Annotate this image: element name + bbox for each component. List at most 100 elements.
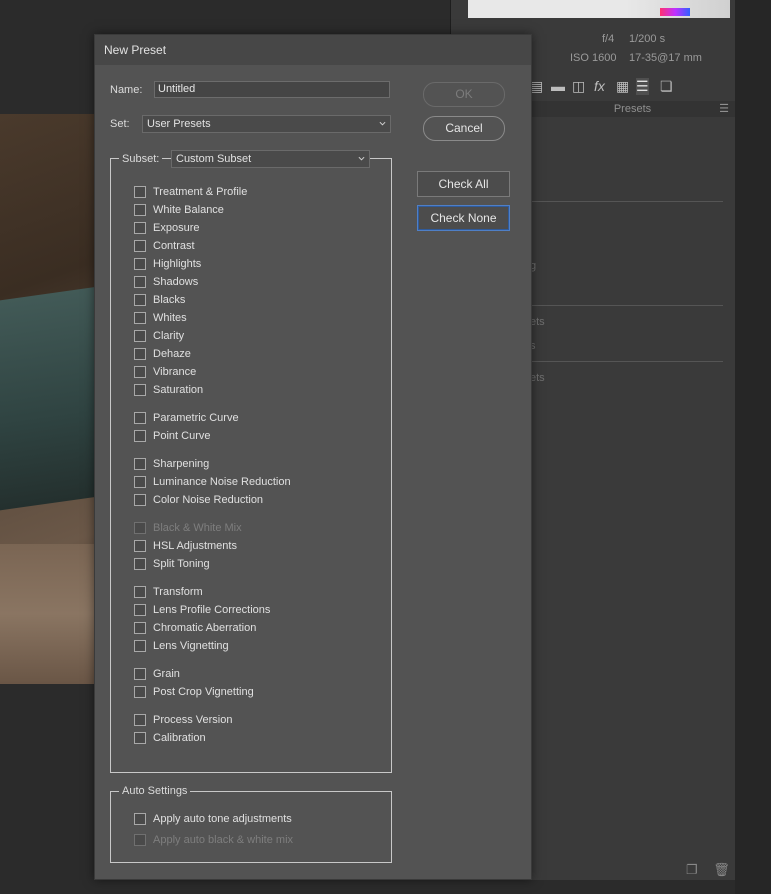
subset-checkbox-row[interactable]: Parametric Curve [134, 411, 239, 425]
check-none-button[interactable]: Check None [417, 205, 510, 231]
checkbox[interactable] [134, 204, 146, 216]
subset-checkbox-row[interactable]: Calibration [134, 731, 206, 745]
subset-checkbox-row[interactable]: Treatment & Profile [134, 185, 247, 199]
subset-checkbox-row[interactable]: Blacks [134, 293, 185, 307]
checkbox-label: White Balance [153, 204, 224, 216]
checkbox[interactable] [134, 494, 146, 506]
checkbox[interactable] [134, 714, 146, 726]
subset-checkbox-row[interactable]: Color Noise Reduction [134, 493, 263, 507]
presets-tab-icon[interactable]: ☰ [636, 78, 649, 95]
checkbox-label: Post Crop Vignetting [153, 686, 254, 698]
detail-tab-icon[interactable]: ◫ [572, 78, 585, 95]
checkbox[interactable] [134, 458, 146, 470]
subset-checkbox-row[interactable]: Lens Vignetting [134, 639, 229, 653]
subset-checkbox-row[interactable]: Point Curve [134, 429, 210, 443]
checkbox[interactable] [134, 366, 146, 378]
checkbox-label: Process Version [153, 714, 233, 726]
checkbox[interactable] [134, 586, 146, 598]
subset-checkbox-row[interactable]: Split Toning [134, 557, 210, 571]
checkbox[interactable] [134, 540, 146, 552]
subset-checkbox-row[interactable]: Clarity [134, 329, 184, 343]
subset-checkbox-row[interactable]: Vibrance [134, 365, 196, 379]
subset-checkbox-row[interactable]: Transform [134, 585, 203, 599]
subset-checkbox-row[interactable]: White Balance [134, 203, 224, 217]
name-field[interactable]: Untitled [154, 81, 390, 98]
subset-checkbox-row[interactable]: Whites [134, 311, 187, 325]
tone-curve-tab-icon[interactable]: ▬ [551, 78, 565, 94]
checkbox-label: Black & White Mix [153, 522, 242, 534]
subset-checkbox-row[interactable]: Grain [134, 667, 180, 681]
checkbox[interactable] [134, 412, 146, 424]
checkbox[interactable] [134, 222, 146, 234]
snapshots-tab-icon[interactable]: ❏ [660, 78, 673, 95]
chevron-down-icon [379, 121, 386, 126]
checkbox-label: Apply auto tone adjustments [153, 813, 292, 825]
checkbox[interactable] [134, 604, 146, 616]
checkbox[interactable] [134, 622, 146, 634]
set-select[interactable]: User Presets [142, 115, 391, 133]
check-all-button[interactable]: Check All [417, 171, 510, 197]
checkbox-label: Split Toning [153, 558, 210, 570]
name-label: Name: [110, 84, 143, 96]
checkbox[interactable] [134, 384, 146, 396]
subset-checkbox-row[interactable]: Luminance Noise Reduction [134, 475, 291, 489]
ok-button[interactable]: OK [423, 82, 505, 107]
checkbox[interactable] [134, 668, 146, 680]
subset-checkbox-row[interactable]: Lens Profile Corrections [134, 603, 270, 617]
subset-checkbox-row[interactable]: Dehaze [134, 347, 191, 361]
dialog-title: New Preset [95, 35, 531, 65]
checkbox-label: Vibrance [153, 366, 197, 378]
set-label: Set: [110, 118, 130, 130]
checkbox[interactable] [134, 240, 146, 252]
checkbox[interactable] [134, 348, 146, 360]
checkbox-label: Contrast [153, 240, 195, 252]
checkbox[interactable] [134, 813, 146, 825]
auto-checkbox-row: Apply auto black & white mix [134, 833, 293, 847]
checkbox[interactable] [134, 558, 146, 570]
subset-checkbox-row[interactable]: Post Crop Vignetting [134, 685, 254, 699]
subset-checkbox-row[interactable]: Process Version [134, 713, 232, 727]
photo-ground-region [0, 544, 96, 684]
checkbox-label: Calibration [153, 732, 206, 744]
checkbox [134, 522, 146, 534]
checkbox[interactable] [134, 312, 146, 324]
subset-checkbox-row[interactable]: Contrast [134, 239, 195, 253]
trash-icon[interactable]: 🗑 [713, 862, 730, 877]
cancel-button[interactable]: Cancel [423, 116, 505, 141]
subset-checkbox-row[interactable]: Sharpening [134, 457, 209, 471]
subset-checkbox-row[interactable]: Shadows [134, 275, 198, 289]
checkbox[interactable] [134, 258, 146, 270]
panel-menu-icon[interactable]: ☰ [719, 101, 729, 117]
new-preset-icon[interactable]: ❐ [686, 862, 698, 877]
fx-tab-icon[interactable]: fx [594, 78, 605, 94]
checkbox-label: Lens Vignetting [153, 640, 229, 652]
checkbox[interactable] [134, 640, 146, 652]
checkbox-label: Luminance Noise Reduction [153, 476, 291, 488]
checkbox[interactable] [134, 294, 146, 306]
camera-calibration-tab-icon[interactable]: ▦ [616, 78, 629, 95]
auto-settings-groupbox [110, 791, 392, 863]
exif-lens: 17-35@17 mm [629, 52, 702, 64]
checkbox-label: Chromatic Aberration [153, 622, 257, 634]
checkbox-label: Parametric Curve [153, 412, 239, 424]
checkbox[interactable] [134, 476, 146, 488]
checkbox[interactable] [134, 186, 146, 198]
checkbox[interactable] [134, 276, 146, 288]
checkbox[interactable] [134, 686, 146, 698]
checkbox[interactable] [134, 732, 146, 744]
subset-label: Subset: [119, 153, 163, 165]
photo-cart-region [0, 286, 96, 512]
subset-checkbox-row[interactable]: Saturation [134, 383, 203, 397]
checkbox-label: Whites [153, 312, 187, 324]
checkbox-label: Lens Profile Corrections [153, 604, 271, 616]
checkbox[interactable] [134, 330, 146, 342]
subset-checkbox-row[interactable]: Exposure [134, 221, 199, 235]
checkbox[interactable] [134, 430, 146, 442]
subset-checkbox-row[interactable]: HSL Adjustments [134, 539, 237, 553]
subset-select[interactable]: Custom Subset [171, 150, 370, 168]
subset-checkbox-row: Black & White Mix [134, 521, 242, 535]
subset-checkbox-row[interactable]: Chromatic Aberration [134, 621, 256, 635]
auto-checkbox-row[interactable]: Apply auto tone adjustments [134, 812, 292, 826]
histogram-color-peak [660, 8, 690, 16]
subset-checkbox-row[interactable]: Highlights [134, 257, 201, 271]
